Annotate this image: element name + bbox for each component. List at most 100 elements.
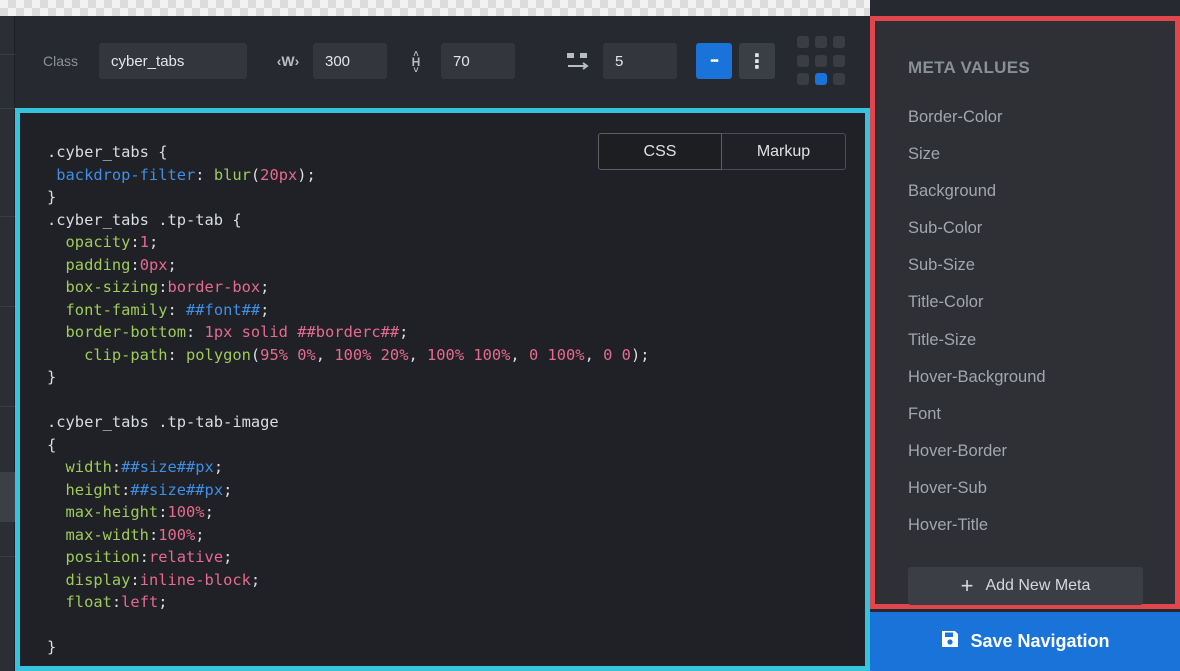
- code-token: padding: [47, 255, 131, 274]
- code-token: opacity: [47, 233, 131, 251]
- meta-value-item[interactable]: Title-Color: [908, 293, 1046, 330]
- align-top-left[interactable]: [797, 36, 809, 48]
- spacing-input[interactable]: 5: [603, 43, 677, 79]
- code-line: }: [47, 636, 649, 659]
- add-new-meta-button[interactable]: + Add New Meta: [908, 567, 1143, 605]
- code-line: }: [47, 366, 649, 389]
- meta-value-item[interactable]: Font: [908, 405, 1046, 442]
- code-editor[interactable]: .cyber_tabs { backdrop-filter: blur(20px…: [15, 108, 870, 671]
- code-token: ;: [213, 458, 224, 476]
- meta-values-panel: META VALUES Border-Color Size Background Su…: [870, 16, 1180, 609]
- code-token: ;: [260, 300, 270, 319]
- meta-value-item[interactable]: Hover-Sub: [908, 479, 1046, 516]
- width-input[interactable]: 300: [313, 43, 387, 79]
- align-bottom-left[interactable]: [797, 73, 809, 86]
- code-token: 100%: [158, 525, 196, 544]
- code-line: border-bottom: 1px solid ##borderc##;: [47, 321, 649, 344]
- code-token: ;: [204, 503, 214, 521]
- code-token: :: [186, 323, 205, 341]
- code-token: polygon: [186, 345, 251, 364]
- code-token: 20px: [260, 165, 298, 184]
- code-line: {: [47, 434, 649, 457]
- code-line: max-width:100%;: [47, 524, 649, 547]
- code-token: 100% 100%: [427, 345, 511, 364]
- sidebar-item-active[interactable]: [0, 472, 15, 522]
- code-token: .cyber_tabs {: [47, 143, 168, 161]
- code-token: ##font##: [186, 300, 261, 319]
- code-line: width:##size##px;: [47, 456, 649, 479]
- sidebar-divider: [0, 406, 15, 407]
- code-token: }: [47, 638, 57, 656]
- code-token: :: [139, 548, 149, 566]
- width-icon: ‹W›: [276, 53, 300, 69]
- code-token: position: [47, 548, 140, 566]
- sidebar-divider: [0, 216, 15, 217]
- code-token: clip-path: [47, 345, 168, 364]
- alignment-grid[interactable]: [797, 36, 847, 86]
- sidebar-divider: [0, 108, 15, 109]
- align-top-right[interactable]: [833, 36, 845, 48]
- align-middle-left[interactable]: [797, 54, 809, 67]
- code-token: ##size##px: [121, 458, 214, 476]
- code-token: :: [111, 458, 122, 476]
- more-options-horizontal-button[interactable]: •••: [696, 43, 732, 79]
- meta-values-list: Border-Color Size Background Sub-Color Sub-S…: [908, 108, 1046, 553]
- tab-css[interactable]: CSS: [598, 133, 722, 170]
- toolbar: Class cyber_tabs ‹W› 300 ˄ H ˅ 70 5 ••• …: [15, 16, 870, 108]
- spacing-icon: [565, 50, 591, 72]
- meta-value-item[interactable]: Title-Size: [908, 331, 1046, 368]
- code-line: padding:0px;: [47, 254, 649, 277]
- code-token: blur: [213, 165, 251, 184]
- more-horizontal-icon: •••: [710, 55, 718, 67]
- code-token: relative: [148, 548, 224, 566]
- code-line: .cyber_tabs {: [47, 141, 649, 164]
- code-token: :: [167, 300, 187, 319]
- code-token: .cyber_tabs .tp-tab {: [47, 210, 242, 229]
- code-line: }: [47, 186, 649, 209]
- left-sidebar-strip: [0, 16, 15, 671]
- code-line: .cyber_tabs .tp-tab {: [47, 209, 649, 232]
- more-options-vertical-button[interactable]: ⋮: [739, 43, 775, 79]
- code-token: ;: [399, 323, 409, 341]
- code-token: 1px solid: [204, 323, 288, 341]
- meta-value-item[interactable]: Border-Color: [908, 108, 1046, 145]
- code-token: :: [130, 255, 140, 274]
- align-middle-center[interactable]: [815, 54, 827, 67]
- meta-value-item[interactable]: Hover-Border: [908, 442, 1046, 479]
- code-token: :: [167, 345, 187, 364]
- code-token: (: [250, 165, 261, 184]
- css-code[interactable]: .cyber_tabs { backdrop-filter: blur(20px…: [47, 141, 649, 659]
- code-line: opacity:1;: [47, 231, 649, 254]
- align-bottom-right[interactable]: [833, 73, 845, 86]
- height-input[interactable]: 70: [441, 43, 515, 79]
- code-token: border-bottom: [47, 323, 186, 341]
- meta-value-item[interactable]: Hover-Background: [908, 368, 1046, 405]
- code-token: display: [47, 570, 131, 589]
- code-token: backdrop-filter: [47, 165, 196, 184]
- align-bottom-center[interactable]: [815, 73, 827, 86]
- sidebar-divider: [0, 556, 15, 557]
- code-token: ,: [584, 345, 604, 364]
- code-token: {: [47, 435, 57, 454]
- meta-value-item[interactable]: Size: [908, 145, 1046, 182]
- tab-markup[interactable]: Markup: [722, 133, 846, 170]
- code-line: height:##size##px;: [47, 479, 649, 502]
- code-token: float: [47, 593, 112, 611]
- meta-value-item[interactable]: Background: [908, 182, 1046, 219]
- sidebar-divider: [0, 306, 15, 307]
- align-top-center[interactable]: [815, 36, 827, 48]
- code-line: display:inline-block;: [47, 569, 649, 592]
- code-token: :: [111, 593, 122, 611]
- code-token: ;: [250, 570, 261, 589]
- code-token: 100%: [167, 503, 205, 521]
- code-token: ;: [260, 278, 270, 296]
- save-navigation-button[interactable]: Save Navigation: [870, 612, 1180, 671]
- align-middle-right[interactable]: [833, 54, 845, 67]
- meta-value-item[interactable]: Sub-Color: [908, 219, 1046, 256]
- meta-value-item[interactable]: Hover-Title: [908, 516, 1046, 553]
- class-input[interactable]: cyber_tabs: [99, 43, 247, 79]
- meta-value-item[interactable]: Sub-Size: [908, 256, 1046, 293]
- plus-icon: +: [960, 573, 974, 598]
